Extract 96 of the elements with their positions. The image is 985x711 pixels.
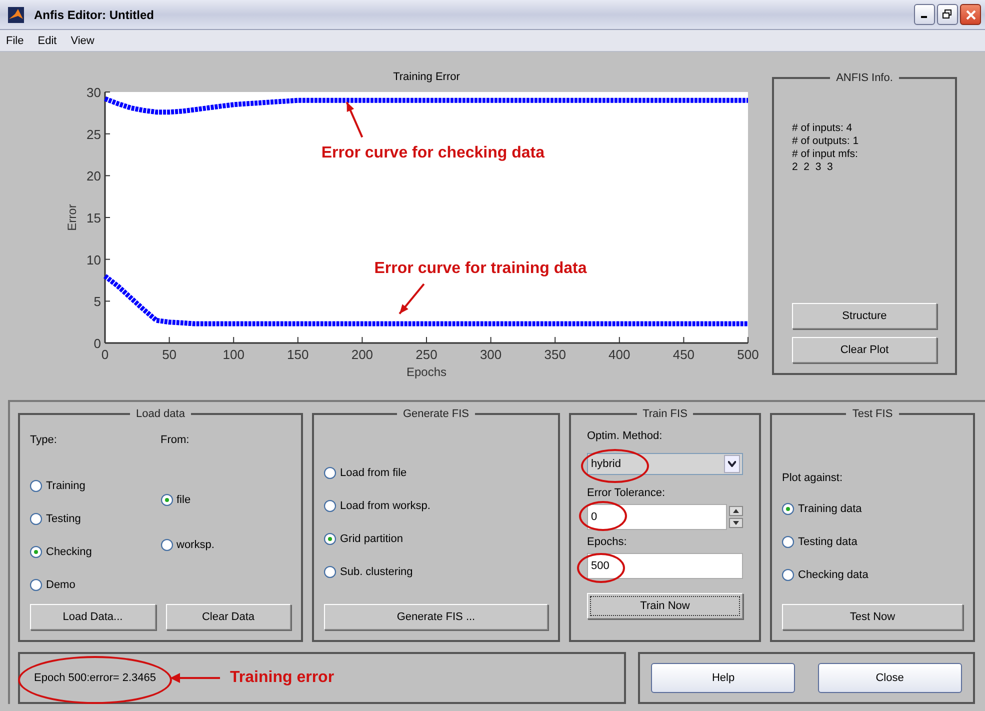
panel-title: Train FIS: [642, 408, 688, 420]
tick-label: 150: [287, 347, 309, 362]
dialog-button[interactable]: Help: [651, 663, 796, 693]
radio-button[interactable]: [782, 536, 794, 548]
tick-label: 400: [608, 347, 630, 362]
tick-label: 350: [544, 347, 566, 362]
field-label: Optim. Method:: [587, 430, 664, 442]
radio-label: Load from file: [340, 467, 407, 479]
field-label: Error Tolerance:: [587, 487, 666, 499]
menu-item[interactable]: Edit: [38, 34, 57, 46]
panel-button[interactable]: Load Data...: [30, 604, 156, 630]
down-triangle-icon: [733, 521, 739, 525]
test-button[interactable]: Test Now: [782, 604, 963, 630]
radio-label: Training: [46, 480, 86, 492]
radio-label: Demo: [46, 579, 76, 591]
tick-label: 100: [222, 347, 244, 362]
minimize-button[interactable]: [914, 4, 935, 25]
radio-label: Grid partition: [340, 533, 403, 545]
caret-icon: [728, 461, 736, 467]
status-text: Epoch 500:error= 2.3465: [34, 672, 156, 684]
radio-label: Checking data: [798, 569, 868, 581]
radio-label: file: [176, 494, 191, 506]
panel-title: ANFIS Info.: [835, 72, 894, 84]
tick-label: 0: [101, 347, 109, 362]
info-text: # of inputs: 4: [792, 122, 854, 135]
field-label: From:: [160, 434, 190, 446]
callout-arrow: [170, 673, 220, 683]
app-icon: [8, 6, 24, 22]
radio-button[interactable]: [30, 546, 42, 558]
radio-label: Testing: [46, 513, 81, 525]
annotation-text: Error curve for training data: [374, 260, 587, 277]
panel-title: Test FIS: [851, 408, 894, 420]
tick-label: 5: [94, 294, 101, 310]
panel-button[interactable]: Structure: [792, 303, 937, 329]
radio-button[interactable]: [782, 569, 794, 581]
annotation-text: Error curve for checking data: [321, 144, 545, 162]
axis-label: Epochs: [406, 365, 447, 379]
radio-label: worksp.: [176, 539, 214, 551]
generate-button[interactable]: Generate FIS ...: [324, 604, 548, 630]
restore-icon: [942, 9, 953, 20]
menu-item[interactable]: File: [6, 34, 24, 46]
field-label: Plot against:: [782, 472, 844, 484]
radio-label: Checking: [46, 546, 92, 558]
radio-button[interactable]: [160, 494, 172, 506]
tick-label: 10: [86, 252, 101, 268]
restore-button[interactable]: [937, 4, 958, 25]
radio-label: Training data: [798, 503, 862, 515]
tolerance-field[interactable]: 0: [587, 504, 727, 530]
field-label: Type:: [30, 434, 58, 446]
radio-button[interactable]: [30, 579, 42, 591]
callout-text: Training error: [230, 669, 334, 687]
tick-label: 30: [86, 85, 101, 100]
radio-label: Load from worksp.: [340, 500, 430, 512]
annotation-arrow: [398, 283, 425, 314]
info-text: # of input mfs:: [792, 148, 859, 161]
radio-button[interactable]: [324, 533, 336, 545]
tick-label: 200: [351, 347, 374, 362]
radio-button[interactable]: [30, 480, 42, 492]
spin-down-button[interactable]: [729, 518, 743, 528]
axis-label: Error: [65, 204, 79, 231]
tick-label: 0: [94, 336, 101, 351]
panel-title: Load data: [135, 408, 186, 420]
spin-up-button[interactable]: [729, 506, 743, 516]
panel-title: Generate FIS: [402, 408, 470, 420]
close-button[interactable]: [960, 4, 981, 25]
method-dropdown[interactable]: hybrid: [587, 453, 743, 475]
dialog-button[interactable]: Close: [818, 663, 962, 693]
radio-button[interactable]: [324, 467, 336, 479]
tick-label: 25: [86, 126, 101, 142]
info-text: 2 2 3 3: [792, 161, 834, 174]
radio-button[interactable]: [30, 513, 42, 525]
radio-button[interactable]: [782, 503, 794, 515]
tick-label: 300: [480, 347, 502, 362]
tick-label: 250: [416, 347, 438, 362]
annotation-arrow: [346, 102, 364, 138]
radio-label: Testing data: [798, 536, 858, 548]
epochs-field[interactable]: 500: [587, 553, 743, 579]
tick-label: 15: [86, 210, 101, 226]
tick-label: 20: [86, 168, 101, 184]
tick-label: 50: [162, 347, 177, 362]
tick-label: 500: [737, 347, 759, 362]
train-button[interactable]: Train Now: [587, 593, 743, 619]
radio-label: Sub. clustering: [340, 566, 413, 578]
field-label: Epochs:: [587, 536, 628, 548]
radio-button[interactable]: [160, 539, 172, 551]
radio-button[interactable]: [324, 566, 336, 578]
close-icon: [966, 10, 976, 20]
tick-label: 450: [672, 347, 695, 362]
menu-item[interactable]: View: [70, 34, 94, 46]
up-triangle-icon: [733, 509, 739, 513]
panel-button[interactable]: Clear Data: [166, 604, 291, 630]
panel-button[interactable]: Clear Plot: [792, 337, 937, 363]
chart-title: Training Error: [393, 71, 460, 83]
info-text: # of outputs: 1: [792, 135, 860, 148]
radio-button[interactable]: [324, 500, 336, 512]
window-title: Anfis Editor: Untitled: [34, 8, 155, 22]
